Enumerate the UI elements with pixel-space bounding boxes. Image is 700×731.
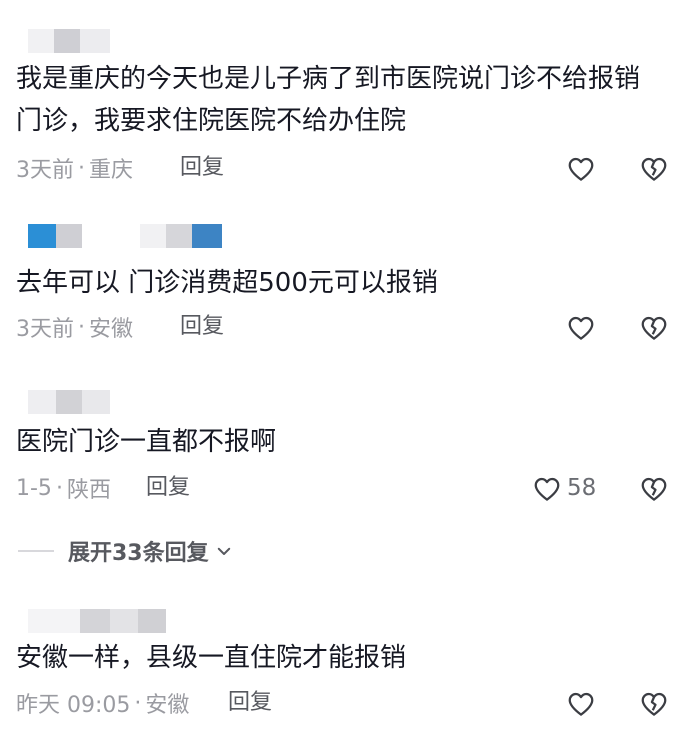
like-button[interactable] [566,313,596,343]
comment-text: 我是重庆的今天也是儿子病了到市医院说门诊不给报销 门诊，我要求住院医院不给办住院 [16,64,641,136]
blurred-username [28,224,82,248]
dislike-button[interactable] [639,313,669,343]
dislike-button[interactable] [639,689,669,719]
broken-heart-icon [641,692,667,716]
dislike-button[interactable] [639,474,669,504]
reply-button[interactable]: 回复 [180,311,224,343]
expand-divider [18,550,54,552]
like-button[interactable] [532,474,562,504]
like-button[interactable] [566,689,596,719]
comment-location: 安徽 [145,693,190,718]
blurred-username [28,390,110,414]
comment-text: 去年可以 门诊消费超500元可以报销 [16,268,438,298]
broken-heart-icon [641,157,667,181]
comment-time: 1-5 [16,475,52,501]
expand-replies-button[interactable]: 展开33条回复 [18,536,233,566]
reply-button[interactable]: 回复 [146,472,190,504]
heart-outline-icon [568,157,594,181]
comment-meta: 昨天 09:05 · 安徽 [16,687,189,719]
broken-heart-icon [641,477,667,501]
comment-time: 昨天 09:05 [16,693,131,718]
chevron-down-icon [217,547,230,555]
like-count: 58 [567,475,597,501]
like-button[interactable] [566,154,596,184]
dislike-button[interactable] [639,154,669,184]
comment-meta: 3天前 · 安徽 [16,311,133,343]
comment-time: 3天前 [16,317,74,342]
comment-location: 陕西 [66,478,111,503]
comment-location: 安徽 [89,317,134,342]
blurred-username [28,29,110,53]
comment-time: 3天前 [16,158,74,183]
blurred-username [28,609,166,633]
comment-meta: 1-5 · 陕西 [16,472,111,504]
comment-text: 医院门诊一直都不报啊 [16,427,277,457]
reply-button[interactable]: 回复 [180,152,224,184]
comment-text: 安徽一样，县级一直住院才能报销 [16,643,407,673]
blurred-username [140,224,222,248]
expand-replies-label: 展开33条回复 [68,541,209,566]
heart-outline-icon [568,692,594,716]
broken-heart-icon [641,316,667,340]
heart-outline-icon [568,316,594,340]
comment-location: 重庆 [89,158,134,183]
reply-button[interactable]: 回复 [228,687,272,719]
comment-meta: 3天前 · 重庆 [16,152,133,184]
heart-outline-icon [534,477,560,501]
